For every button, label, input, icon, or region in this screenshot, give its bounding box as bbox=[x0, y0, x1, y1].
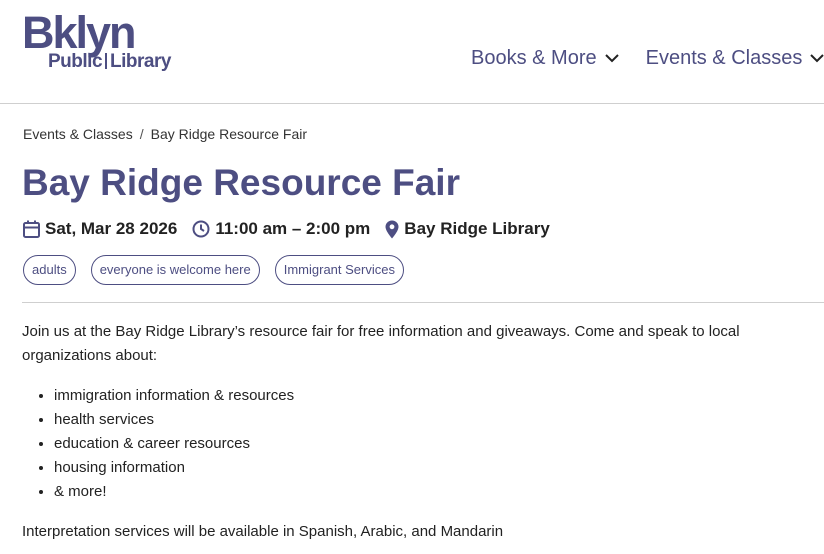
tag-adults[interactable]: adults bbox=[23, 255, 76, 285]
event-description: Join us at the Bay Ridge Library’s resou… bbox=[22, 320, 802, 544]
breadcrumb: Events & Classes / Bay Ridge Resource Fair bbox=[23, 126, 307, 142]
event-time: 11:00 am – 2:00 pm bbox=[192, 219, 370, 239]
event-location-text: Bay Ridge Library bbox=[404, 219, 550, 238]
list-item: immigration information & resources bbox=[54, 384, 802, 408]
map-pin-icon bbox=[385, 220, 399, 238]
nav-item-books-more[interactable]: Books & More bbox=[471, 47, 619, 70]
chevron-down-icon bbox=[810, 54, 824, 63]
logo-subtitle: Public Library bbox=[48, 52, 171, 71]
nav-item-label: Events & Classes bbox=[645, 47, 803, 69]
chevron-down-icon bbox=[604, 54, 619, 63]
breadcrumb-separator: / bbox=[139, 126, 144, 142]
content-divider bbox=[22, 302, 824, 303]
bklyn-public-library-logo[interactable]: Bklyn Public Library bbox=[22, 10, 184, 72]
list-item: housing information bbox=[54, 456, 802, 480]
list-item: education & career resources bbox=[54, 432, 802, 456]
page-title: Bay Ridge Resource Fair bbox=[22, 162, 460, 203]
tag-immigrant-services[interactable]: Immigrant Services bbox=[274, 255, 404, 285]
nav-item-label: Books & More bbox=[471, 47, 597, 69]
list-item: health services bbox=[54, 408, 802, 432]
tag-everyone-is-welcome-here[interactable]: everyone is welcome here bbox=[90, 255, 260, 285]
description-intro: Join us at the Bay Ridge Library’s resou… bbox=[22, 323, 740, 364]
site-header: Bklyn Public Library Books & More Events … bbox=[0, 0, 824, 104]
topics-list: immigration information & resources heal… bbox=[22, 384, 802, 504]
breadcrumb-current: Bay Ridge Resource Fair bbox=[150, 126, 308, 142]
description-outro: Interpretation services will be availabl… bbox=[22, 523, 504, 540]
event-location: Bay Ridge Library bbox=[385, 219, 550, 239]
breadcrumb-link-events-classes[interactable]: Events & Classes bbox=[23, 126, 133, 142]
event-tags: adults everyone is welcome here Immigran… bbox=[23, 255, 419, 285]
logo-sub-left: Public bbox=[48, 51, 103, 72]
event-date: Sat, Mar 28 2026 bbox=[23, 219, 177, 239]
event-time-text: 11:00 am – 2:00 pm bbox=[215, 219, 371, 238]
calendar-icon bbox=[23, 220, 40, 238]
main-nav: Books & More Events & Classes bbox=[471, 47, 824, 70]
event-date-text: Sat, Mar 28 2026 bbox=[45, 219, 178, 238]
clock-icon bbox=[192, 220, 210, 238]
list-item: & more! bbox=[54, 480, 802, 504]
event-meta: Sat, Mar 28 2026 11:00 am – 2:00 pm Bay … bbox=[23, 219, 550, 239]
logo-divider bbox=[105, 53, 108, 69]
logo-sub-right: Library bbox=[110, 51, 171, 72]
nav-item-events-classes[interactable]: Events & Classes bbox=[646, 47, 824, 70]
logo-wordmark: Bklyn bbox=[22, 7, 137, 58]
